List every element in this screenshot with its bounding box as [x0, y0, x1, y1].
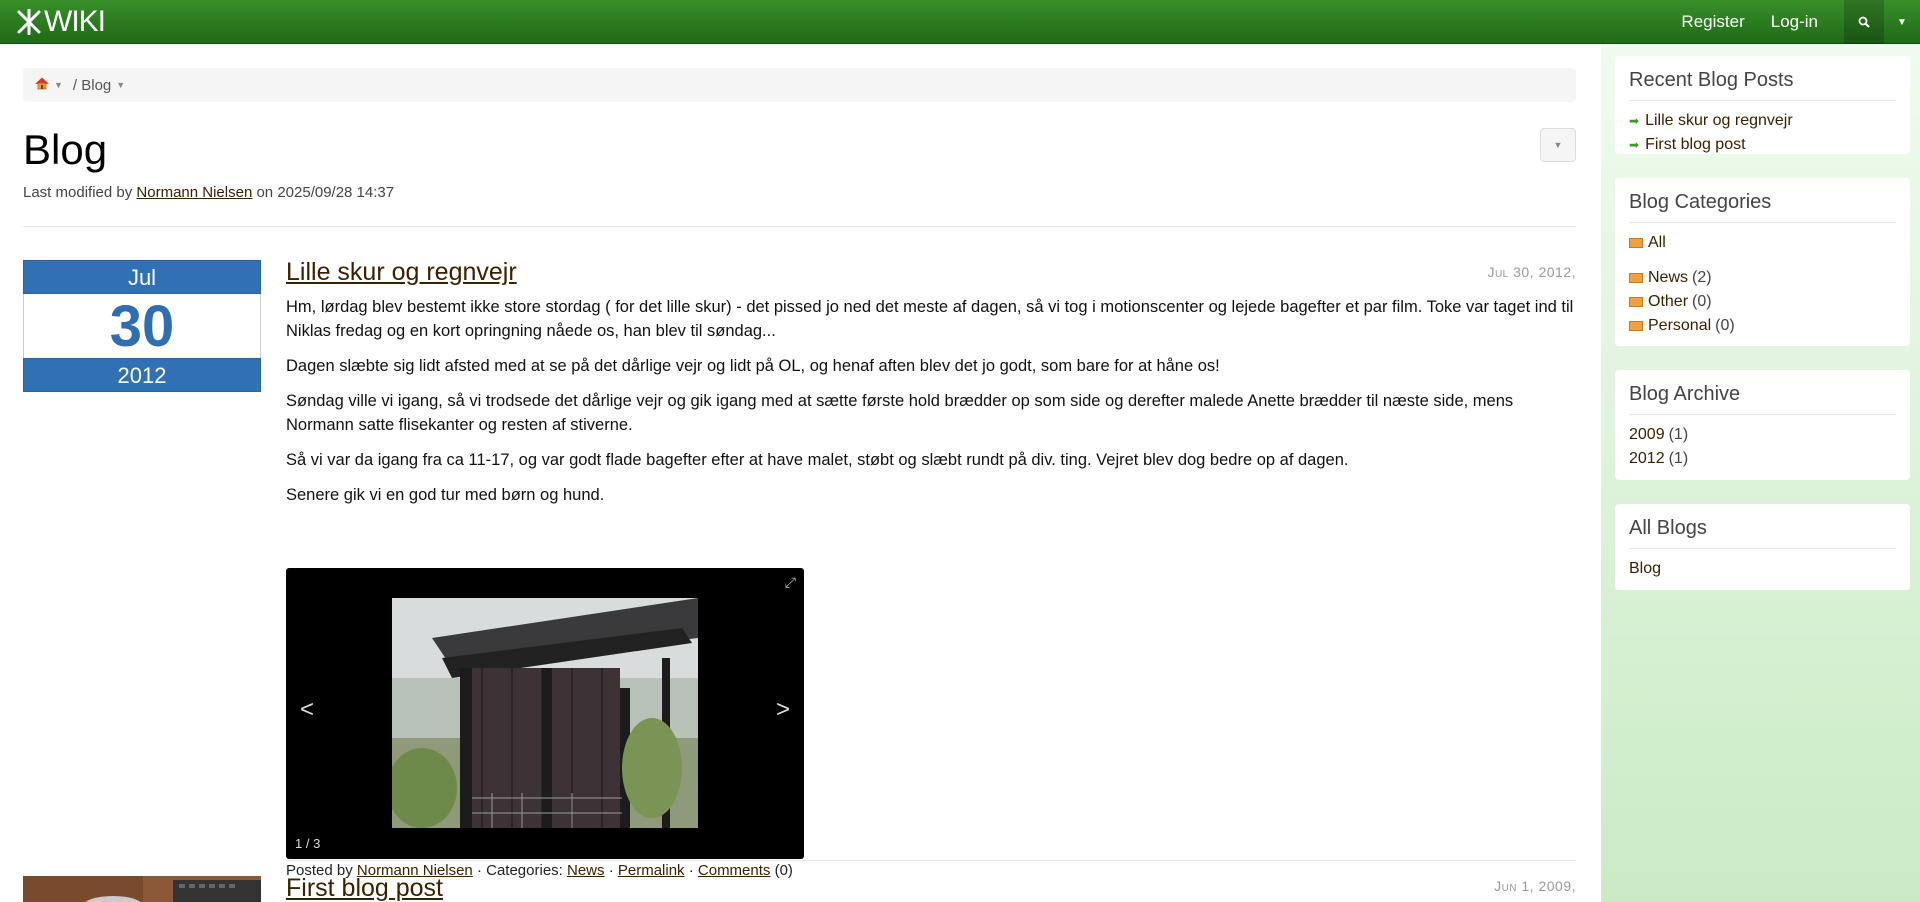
post-paragraph: Så vi var da igang fra ca 11-17, og var … [286, 451, 1349, 469]
search-icon [1858, 16, 1870, 28]
blog-post: Jun 1, 2009, First blog post [286, 874, 1576, 902]
archive-item[interactable]: 2012 (1) [1629, 447, 1896, 471]
category-link[interactable]: Personal [1648, 314, 1711, 338]
category-item[interactable]: News (2) [1629, 266, 1896, 290]
post-date-box: Jul 30 2012 [23, 260, 261, 392]
post-date: Jun 1, 2009, [1494, 878, 1576, 894]
main-content: ▼ / Blog ▼ Blog ▼ Last modified by Norma… [23, 44, 1576, 902]
category-count: (0) [1715, 317, 1735, 334]
arrow-right-icon: ➡ [1629, 138, 1640, 152]
category-item[interactable]: Other (0) [1629, 290, 1896, 314]
right-sidebar: Recent Blog Posts ➡ Lille skur og regnvej… [1601, 44, 1920, 902]
post-paragraph: Dagen slæbte sig lidt afsted med at se p… [286, 357, 1220, 375]
archive-link[interactable]: 2009 [1629, 423, 1665, 447]
archive-count: (1) [1668, 450, 1689, 467]
folder-icon [1629, 297, 1643, 307]
category-count: (0) [1692, 293, 1712, 310]
blog-link[interactable]: Blog [1629, 557, 1661, 581]
gallery-prev-button[interactable]: < [300, 696, 314, 724]
top-navbar: WIKI Register Log-in ▼ [0, 0, 1920, 44]
panel-title: Blog Categories [1629, 178, 1896, 223]
category-link[interactable]: News [1648, 266, 1688, 290]
page-actions-menu[interactable]: ▼ [1540, 128, 1576, 162]
xwiki-logo-icon [17, 9, 41, 35]
category-item[interactable]: Personal (0) [1629, 314, 1896, 338]
recent-post-item[interactable]: ➡ First blog post [1629, 133, 1896, 157]
blog-categories-panel: Blog Categories All News (2) Other (0) Per… [1615, 178, 1910, 346]
meta-author-link[interactable]: Normann Nielsen [136, 184, 252, 201]
post-paragraph: Søndag ville vi igang, så vi trodsede de… [286, 392, 1514, 434]
divider [23, 226, 1576, 227]
logo-text: WIKI [44, 5, 106, 38]
blog-archive-panel: Blog Archive 2009 (1) 2012 (1) [1615, 370, 1910, 480]
panel-title: Blog Archive [1629, 370, 1896, 415]
gallery-counter: 1 / 3 [295, 836, 321, 851]
chevron-down-icon: ▼ [1553, 140, 1563, 150]
image-gallery: ⤢ < > 1 / 3 [286, 568, 804, 859]
breadcrumb: ▼ / Blog ▼ [23, 68, 1576, 102]
meta-suffix: on 2025/09/28 14:37 [256, 184, 395, 201]
divider [286, 860, 1576, 861]
xwiki-logo[interactable]: WIKI [16, 5, 106, 38]
register-link[interactable]: Register [1681, 12, 1744, 32]
archive-item[interactable]: 2009 (1) [1629, 423, 1896, 447]
post-title-link[interactable]: First blog post [286, 874, 1576, 902]
date-year: 2012 [23, 358, 261, 392]
archive-count: (1) [1668, 426, 1689, 443]
panel-title: Recent Blog Posts [1629, 56, 1896, 101]
category-link[interactable]: All [1648, 231, 1666, 255]
chevron-down-icon[interactable]: ▼ [54, 80, 63, 90]
folder-icon [1629, 238, 1643, 248]
archive-link[interactable]: 2012 [1629, 447, 1665, 471]
gallery-image [392, 598, 698, 828]
folder-icon [1629, 273, 1643, 283]
post-paragraph: Senere gik vi en god tur med børn og hun… [286, 486, 605, 504]
recent-post-link[interactable]: First blog post [1645, 133, 1745, 157]
breadcrumb-current[interactable]: / Blog [73, 77, 111, 94]
date-day: 30 [23, 294, 261, 359]
chevron-down-icon: ▼ [1897, 16, 1907, 28]
category-item[interactable]: All [1629, 231, 1896, 255]
date-month: Jul [23, 260, 261, 294]
arrow-right-icon: ➡ [1629, 114, 1640, 128]
recent-posts-panel: Recent Blog Posts ➡ Lille skur og regnvej… [1615, 56, 1910, 154]
gallery-next-button[interactable]: > [776, 696, 790, 724]
post-paragraph: Hm, lørdag blev bestemt ikke store stord… [286, 298, 1574, 340]
home-icon[interactable] [34, 76, 50, 94]
post-thumbnail [23, 876, 261, 902]
login-link[interactable]: Log-in [1771, 12, 1818, 32]
recent-post-link[interactable]: Lille skur og regnvejr [1645, 109, 1793, 133]
category-count: (2) [1692, 269, 1712, 286]
page-title: Blog [23, 126, 108, 173]
chevron-down-icon[interactable]: ▼ [116, 80, 125, 90]
fullscreen-icon[interactable]: ⤢ [785, 574, 796, 591]
recent-post-item[interactable]: ➡ Lille skur og regnvejr [1629, 109, 1896, 133]
post-title-link[interactable]: Lille skur og regnvejr [286, 258, 1576, 287]
folder-icon [1629, 321, 1643, 331]
blog-post: Jul 30, 2012, Lille skur og regnvejr Hm,… [286, 258, 1576, 879]
blog-item[interactable]: Blog [1629, 557, 1896, 581]
last-modified-info: Last modified by Normann Nielsen on 2025… [23, 184, 394, 201]
all-blogs-panel: All Blogs Blog [1615, 504, 1910, 590]
category-link[interactable]: Other [1648, 290, 1688, 314]
panel-title: All Blogs [1629, 504, 1896, 549]
meta-prefix: Last modified by [23, 184, 133, 201]
user-menu-caret[interactable]: ▼ [1884, 0, 1920, 44]
post-date: Jul 30, 2012, [1487, 264, 1576, 280]
search-button[interactable] [1844, 0, 1884, 44]
